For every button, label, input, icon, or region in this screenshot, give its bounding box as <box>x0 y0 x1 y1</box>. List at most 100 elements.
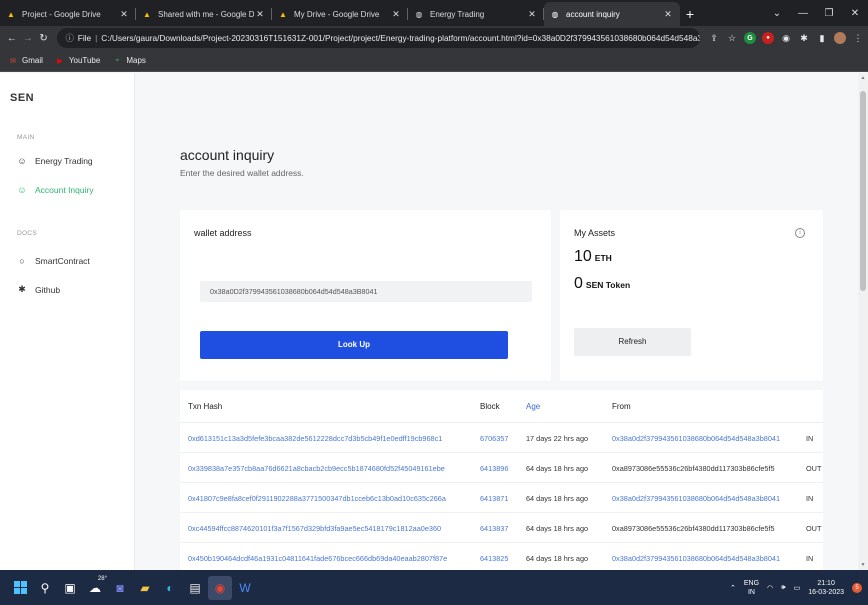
close-tab-icon[interactable]: ✕ <box>390 9 402 20</box>
close-tab-icon[interactable]: ✕ <box>254 9 266 20</box>
wallet-address-input[interactable]: 0x38a0D2f379943561038680b064d54d548a3B80… <box>200 281 532 302</box>
extensions-puzzle-icon[interactable]: ✱ <box>798 32 810 44</box>
bookmark-label: Maps <box>126 56 146 65</box>
sidebar-item-label: Energy Trading <box>35 156 93 166</box>
transactions-table: Txn Hash Block Age From 0xd613151c13a3d5… <box>180 390 823 570</box>
browser-tab-active[interactable]: ◍ account inquiry ✕ <box>544 2 680 26</box>
globe-icon: ◍ <box>551 9 559 19</box>
grammarly-extension-icon[interactable]: G <box>744 32 756 44</box>
brand-logo[interactable]: SEN <box>10 92 34 104</box>
tab-title: Shared with me - Google Drive <box>158 9 254 19</box>
share-icon[interactable]: ⇪ <box>708 32 720 44</box>
sidebar-item-smartcontract[interactable]: ○ SmartContract <box>17 256 90 266</box>
page-scrollbar[interactable]: ▲ ▼ <box>858 73 868 570</box>
notification-badge[interactable]: 5 <box>852 582 862 593</box>
txn-hash-link[interactable]: 0xd613151c13a3d5fefe3bcaa382de5612228dcc… <box>188 434 473 443</box>
scroll-up-arrow-icon[interactable]: ▲ <box>858 73 868 83</box>
start-button[interactable] <box>8 576 32 600</box>
sidebar-item-account-inquiry[interactable]: ☺ Account Inquiry <box>17 185 93 195</box>
windows-logo-icon <box>13 581 27 594</box>
menu-kebab-icon[interactable]: ⋮ <box>852 32 864 44</box>
profile-avatar[interactable] <box>834 32 846 44</box>
address-bar[interactable]: ⓘ File | C:/Users/gaura/Downloads/Projec… <box>57 28 700 48</box>
sidebar-item-github[interactable]: ✱ Github <box>17 284 60 295</box>
back-icon[interactable]: ← <box>4 33 20 44</box>
from-address-link[interactable]: 0x38a0d2f379943561038680b064d54d548a3b80… <box>612 494 797 503</box>
info-icon[interactable]: i <box>795 228 805 238</box>
browser-tab[interactable]: ▲ Shared with me - Google Drive✕ <box>136 2 272 26</box>
tab-search-icon[interactable]: ⌄ <box>764 8 790 19</box>
battery-icon[interactable]: ▭ <box>794 584 801 592</box>
volume-icon[interactable]: 🕪 <box>781 584 785 592</box>
search-icon[interactable]: ⚲ <box>33 576 57 600</box>
bookmark-maps[interactable]: ⌖ Maps <box>112 56 146 65</box>
refresh-button[interactable]: Refresh <box>574 328 691 356</box>
from-address-link[interactable]: 0x38a0d2f379943561038680b064d54d548a3b80… <box>612 554 797 563</box>
block-link[interactable]: 6413837 <box>480 524 525 533</box>
word-icon[interactable]: W <box>233 576 257 600</box>
block-link[interactable]: 6706357 <box>480 434 525 443</box>
file-explorer-icon[interactable]: ▰ <box>133 576 157 600</box>
close-tab-icon[interactable]: ✕ <box>118 9 130 20</box>
from-address: 0xa8973086e55536c26bf4380dd117303b86cfe5… <box>612 524 775 533</box>
browser-tab[interactable]: ▲ My Drive - Google Drive ✕ <box>272 2 408 26</box>
forward-icon[interactable]: → <box>20 33 36 44</box>
url-text: C:/Users/gaura/Downloads/Project-2023031… <box>101 33 700 43</box>
wallet-label: wallet address <box>194 228 252 238</box>
minimize-icon[interactable]: — <box>790 8 816 19</box>
globe-icon: ◍ <box>415 9 423 19</box>
look-up-button[interactable]: Look Up <box>200 331 508 359</box>
scroll-down-arrow-icon[interactable]: ▼ <box>858 560 868 570</box>
bulb-icon: ☺ <box>17 156 27 166</box>
header-age[interactable]: Age <box>526 402 606 411</box>
table-header: Txn Hash Block Age From <box>180 390 823 423</box>
reload-icon[interactable]: ↻ <box>36 33 52 44</box>
chrome-icon[interactable]: ◉ <box>208 575 232 600</box>
close-window-icon[interactable]: ✕ <box>842 8 868 19</box>
sidebar-item-energy-trading[interactable]: ☺ Energy Trading <box>17 156 93 166</box>
token-amount: 0 <box>574 275 583 292</box>
store-icon[interactable]: ▤ <box>183 576 207 600</box>
extension-icon[interactable]: ◉ <box>780 32 792 44</box>
weather-cloud-icon: ☁ <box>89 580 101 595</box>
edge-browser-icon[interactable]: ◐ <box>158 576 182 600</box>
new-tab-button[interactable]: + <box>680 2 700 26</box>
side-panel-icon[interactable]: ▮ <box>816 32 828 44</box>
txn-hash-link[interactable]: 0xc44594ffcc8874620101f3a7f1567d329bfd3f… <box>188 524 473 533</box>
main-content: account inquiry Enter the desired wallet… <box>136 73 858 570</box>
txn-hash-link[interactable]: 0x339838a7e357cb8aa76d6621a8cbacb2cb9ecc… <box>188 464 473 473</box>
block-link[interactable]: 6413871 <box>480 494 525 503</box>
windows-taskbar: ⚲ ▣ ☁ 28° ◙ ▰ ◐ ▤ ◉ W ⌃ ENG IN ◠ 🕪 ▭ 21:… <box>0 570 868 605</box>
language-indicator[interactable]: ENG IN <box>744 579 759 597</box>
clock[interactable]: 21:10 16-03-2023 <box>808 579 844 597</box>
from-address-link[interactable]: 0x38a0d2f379943561038680b064d54d548a3b80… <box>612 434 797 443</box>
window-controls: ⌄ — ❐ ✕ <box>764 0 868 26</box>
weather-widget[interactable]: ☁ 28° <box>83 576 107 600</box>
info-icon[interactable]: ⓘ <box>65 32 73 44</box>
browser-toolbar: ← → ↻ ⓘ File | C:/Users/gaura/Downloads/… <box>0 26 868 50</box>
teams-chat-icon[interactable]: ◙ <box>108 576 132 600</box>
scheme-label: File <box>77 33 92 43</box>
block-link[interactable]: 6413825 <box>480 554 525 563</box>
task-view-icon[interactable]: ▣ <box>58 576 82 600</box>
table-row: 0x450b190464dcdf46a1931c04811641fade676b… <box>180 543 823 570</box>
section-label-docs: DOCS <box>17 230 37 237</box>
scrollbar-thumb[interactable] <box>860 91 866 291</box>
txn-hash-link[interactable]: 0x450b190464dcdf46a1931c04811641fade676b… <box>188 554 473 563</box>
bookmark-star-icon[interactable]: ☆ <box>726 32 738 44</box>
token-balance: 0 SEN Token <box>574 275 630 293</box>
show-hidden-icons-chevron-icon[interactable]: ⌃ <box>730 584 736 592</box>
direction-badge: OUT <box>806 524 822 533</box>
bookmark-gmail[interactable]: ✉ Gmail <box>8 56 43 65</box>
bookmark-youtube[interactable]: ▶ YouTube <box>55 56 100 65</box>
direction-badge: IN <box>806 434 814 443</box>
close-tab-icon[interactable]: ✕ <box>526 9 538 20</box>
maximize-icon[interactable]: ❐ <box>816 8 842 19</box>
block-link[interactable]: 6413896 <box>480 464 525 473</box>
txn-hash-link[interactable]: 0x41807c9e8fa8cef0f2911902288a3771500347… <box>188 494 473 503</box>
browser-tab[interactable]: ◍ Energy Trading ✕ <box>408 2 544 26</box>
close-tab-icon[interactable]: ✕ <box>662 9 674 20</box>
browser-tab[interactable]: ▲ Project - Google Drive ✕ <box>0 2 136 26</box>
extension-icon[interactable]: ● <box>762 32 774 44</box>
wifi-icon[interactable]: ◠ <box>767 584 773 592</box>
